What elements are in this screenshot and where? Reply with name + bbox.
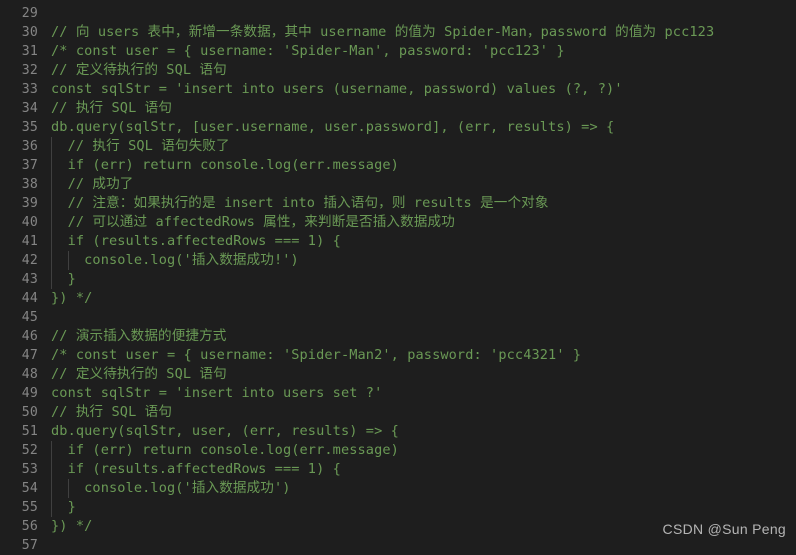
line-content[interactable]: }) */	[51, 517, 92, 536]
code-line[interactable]: 30 // 向 users 表中，新增一条数据，其中 username 的值为 S…	[0, 23, 796, 42]
code-line[interactable]: 39 // 注意：如果执行的是 insert into 插入语句，则 resul…	[0, 194, 796, 213]
line-number[interactable]: 47	[0, 346, 38, 365]
line-number[interactable]: 37	[0, 156, 38, 175]
line-number[interactable]: 35	[0, 118, 38, 137]
code-line[interactable]: 52 if (err) return console.log(err.messa…	[0, 441, 796, 460]
line-content[interactable]: }	[51, 270, 76, 289]
line-number[interactable]: 40	[0, 213, 38, 232]
line-number[interactable]: 45	[0, 308, 38, 327]
line-content[interactable]: /* const user = { username: 'Spider-Man2…	[51, 346, 581, 365]
line-number[interactable]: 31	[0, 42, 38, 61]
code-line[interactable]: 48 // 定义待执行的 SQL 语句	[0, 365, 796, 384]
code-line[interactable]: 54 console.log('插入数据成功')	[0, 479, 796, 498]
line-number[interactable]: 33	[0, 80, 38, 99]
line-content[interactable]: // 定义待执行的 SQL 语句	[51, 365, 227, 384]
code-line[interactable]: 43 }	[0, 270, 796, 289]
line-content[interactable]: console.log('插入数据成功')	[51, 479, 291, 498]
line-number[interactable]: 41	[0, 232, 38, 251]
line-number[interactable]: 55	[0, 498, 38, 517]
line-content[interactable]: }) */	[51, 289, 92, 308]
line-content[interactable]: // 执行 SQL 语句	[51, 403, 172, 422]
line-content[interactable]: db.query(sqlStr, user, (err, results) =>…	[51, 422, 399, 441]
line-number[interactable]: 34	[0, 99, 38, 118]
code-line[interactable]: 57	[0, 536, 796, 555]
code-line[interactable]: 49 const sqlStr = 'insert into users set …	[0, 384, 796, 403]
line-number[interactable]: 48	[0, 365, 38, 384]
code-line[interactable]: 38 // 成功了	[0, 175, 796, 194]
line-number[interactable]: 50	[0, 403, 38, 422]
line-content[interactable]: // 定义待执行的 SQL 语句	[51, 61, 227, 80]
line-content[interactable]: }	[51, 498, 76, 517]
line-number[interactable]: 56	[0, 517, 38, 536]
code-line[interactable]: 47 /* const user = { username: 'Spider-Ma…	[0, 346, 796, 365]
line-number[interactable]: 38	[0, 175, 38, 194]
code-line[interactable]: 40 // 可以通过 affectedRows 属性，来判断是否插入数据成功	[0, 213, 796, 232]
line-number[interactable]: 49	[0, 384, 38, 403]
code-line[interactable]: 32 // 定义待执行的 SQL 语句	[0, 61, 796, 80]
line-number[interactable]: 57	[0, 536, 38, 555]
code-line[interactable]: 46 // 演示插入数据的便捷方式	[0, 327, 796, 346]
line-content[interactable]: if (err) return console.log(err.message)	[51, 441, 399, 460]
line-number[interactable]: 53	[0, 460, 38, 479]
code-line[interactable]: 51 db.query(sqlStr, user, (err, results) …	[0, 422, 796, 441]
line-content[interactable]: db.query(sqlStr, [user.username, user.pa…	[51, 118, 614, 137]
csdn-watermark: CSDN @Sun Peng	[662, 521, 786, 537]
code-line[interactable]: 55 }	[0, 498, 796, 517]
line-number[interactable]: 32	[0, 61, 38, 80]
code-line[interactable]: 41 if (results.affectedRows === 1) {	[0, 232, 796, 251]
line-number[interactable]: 51	[0, 422, 38, 441]
code-line[interactable]: 33 const sqlStr = 'insert into users (use…	[0, 80, 796, 99]
line-content[interactable]: // 成功了	[51, 175, 134, 194]
code-line[interactable]: 29	[0, 4, 796, 23]
code-line[interactable]: 44 }) */	[0, 289, 796, 308]
line-number[interactable]: 44	[0, 289, 38, 308]
code-line[interactable]: 35 db.query(sqlStr, [user.username, user.…	[0, 118, 796, 137]
code-line[interactable]: 37 if (err) return console.log(err.messa…	[0, 156, 796, 175]
code-line[interactable]: 45	[0, 308, 796, 327]
code-line[interactable]: 42 console.log('插入数据成功!')	[0, 251, 796, 270]
line-content[interactable]: /* const user = { username: 'Spider-Man'…	[51, 42, 565, 61]
line-content[interactable]: // 向 users 表中，新增一条数据，其中 username 的值为 Spi…	[51, 23, 714, 42]
code-editor[interactable]: 29 30 // 向 users 表中，新增一条数据，其中 username 的值为…	[0, 0, 796, 553]
code-line[interactable]: 36 // 执行 SQL 语句失败了	[0, 137, 796, 156]
line-content[interactable]: if (results.affectedRows === 1) {	[51, 232, 341, 251]
line-number[interactable]: 46	[0, 327, 38, 346]
line-number[interactable]: 36	[0, 137, 38, 156]
line-content[interactable]: console.log('插入数据成功!')	[51, 251, 299, 270]
line-number[interactable]: 43	[0, 270, 38, 289]
line-content[interactable]: if (results.affectedRows === 1) {	[51, 460, 341, 479]
line-content[interactable]: // 注意：如果执行的是 insert into 插入语句，则 results …	[51, 194, 549, 213]
line-content[interactable]: // 可以通过 affectedRows 属性，来判断是否插入数据成功	[51, 213, 455, 232]
line-content[interactable]: // 执行 SQL 语句	[51, 99, 172, 118]
line-content[interactable]: const sqlStr = 'insert into users set ?'	[51, 384, 382, 403]
code-lines-container[interactable]: 29 30 // 向 users 表中，新增一条数据，其中 username 的值为…	[0, 4, 796, 555]
code-line[interactable]: 50 // 执行 SQL 语句	[0, 403, 796, 422]
line-number[interactable]: 42	[0, 251, 38, 270]
line-number[interactable]: 29	[0, 4, 38, 23]
line-content[interactable]: // 执行 SQL 语句失败了	[51, 137, 230, 156]
line-content[interactable]: const sqlStr = 'insert into users (usern…	[51, 80, 623, 99]
line-number[interactable]: 30	[0, 23, 38, 42]
line-content[interactable]: if (err) return console.log(err.message)	[51, 156, 399, 175]
line-number[interactable]: 39	[0, 194, 38, 213]
code-line[interactable]: 31 /* const user = { username: 'Spider-Ma…	[0, 42, 796, 61]
line-content[interactable]: // 演示插入数据的便捷方式	[51, 327, 226, 346]
line-number[interactable]: 52	[0, 441, 38, 460]
line-number[interactable]: 54	[0, 479, 38, 498]
code-line[interactable]: 53 if (results.affectedRows === 1) {	[0, 460, 796, 479]
code-line[interactable]: 34 // 执行 SQL 语句	[0, 99, 796, 118]
